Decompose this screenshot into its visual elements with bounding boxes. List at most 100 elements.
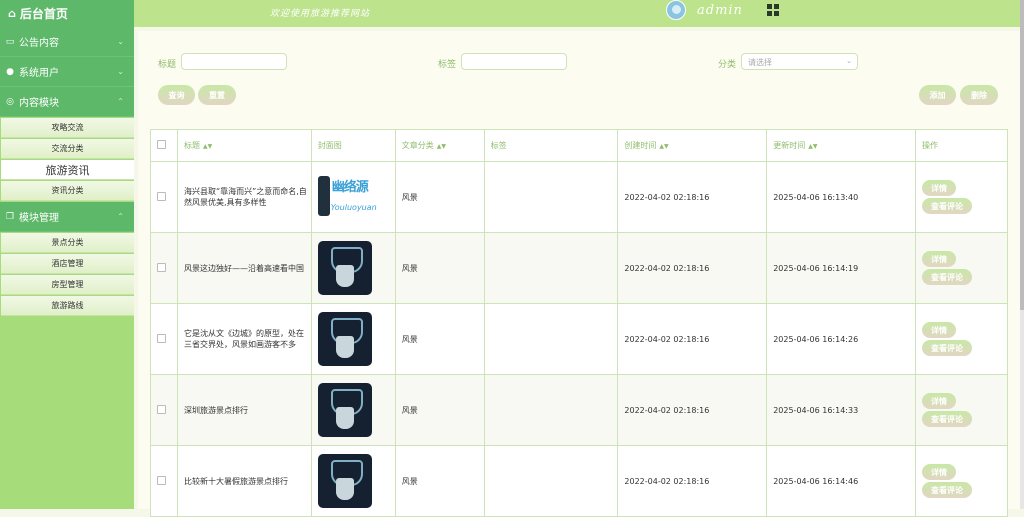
sidebar-item-route[interactable]: 旅游路线: [1, 296, 134, 316]
view-comments-button[interactable]: 查看评论: [922, 411, 973, 427]
sort-icon[interactable]: ▲▼: [437, 143, 446, 150]
table-row: 深圳旅游景点排行 风景 2022-04-02 02:18:16 2025-04-…: [150, 374, 1008, 446]
checkbox[interactable]: [157, 191, 166, 201]
detail-button[interactable]: 详情: [922, 322, 957, 338]
row-title: 海兴县取“靠海而兴”之意而命名,自然风景优美,具有多样性: [176, 161, 312, 233]
view-comments-button[interactable]: 查看评论: [922, 340, 973, 356]
cover-image: [317, 241, 372, 295]
view-comments-button[interactable]: 查看评论: [922, 269, 973, 285]
sidebar-item-news-category[interactable]: 资讯分类: [1, 181, 134, 201]
title-input[interactable]: [181, 53, 287, 70]
avatar[interactable]: [666, 0, 686, 20]
row-select[interactable]: [150, 445, 178, 517]
row-title: 比较新十大暑假旅游景点排行: [176, 445, 312, 517]
row-category: 风景: [394, 445, 485, 517]
row-actions: 详情 查看评论: [915, 161, 1008, 233]
cover-image: 幽络源 Youluoyuan: [317, 170, 377, 224]
checkbox[interactable]: [157, 475, 166, 485]
row-select[interactable]: [150, 161, 178, 233]
tag-input[interactable]: [461, 53, 567, 70]
table-row: 海兴县取“靠海而兴”之意而命名,自然风景优美,具有多样性 幽络源 Youluoy…: [150, 161, 1008, 233]
detail-button[interactable]: 详情: [922, 251, 957, 267]
row-category: 风景: [394, 374, 485, 446]
row-select[interactable]: [150, 232, 178, 304]
checkbox[interactable]: [157, 404, 166, 414]
row-updated: 2025-04-06 16:13:40: [766, 161, 917, 233]
home-icon: ⌂: [8, 7, 16, 20]
row-category: 风景: [394, 232, 485, 304]
checkbox[interactable]: [157, 333, 166, 343]
home-link[interactable]: ⌂ 后台首页: [0, 0, 134, 27]
chat-icon: ◎: [6, 96, 14, 107]
row-title: 它是沈从文《边城》的原型，处在三省交界处，风景如画游客不多: [176, 303, 312, 375]
sidebar-item-hotel[interactable]: 酒店管理: [1, 254, 134, 274]
top-bar: ⌂ 后台首页 欢迎使用旅游推荐网站 admin: [0, 0, 1024, 27]
main-panel: 标题 标签 分类 请选择 ⌄ 查询 重置 添加 删除 标题 ▲▼ 封面图 文章分类…: [138, 31, 1020, 517]
row-cover: [310, 303, 396, 375]
header-created[interactable]: 创建时间 ▲▼: [617, 129, 768, 162]
row-created: 2022-04-02 02:18:16: [617, 374, 768, 446]
chevron-down-icon: ⌄: [117, 37, 124, 46]
cover-image: [317, 454, 372, 508]
row-updated: 2025-04-06 16:14:46: [766, 445, 917, 517]
sort-icon[interactable]: ▲▼: [203, 143, 212, 150]
table-body: 海兴县取“靠海而兴”之意而命名,自然风景优美,具有多样性 幽络源 Youluoy…: [150, 161, 1008, 517]
copy-icon: ❐: [5, 211, 15, 222]
header-actions: 操作: [915, 129, 1008, 162]
row-cover: [310, 445, 396, 517]
scrollbar[interactable]: [1020, 0, 1024, 509]
row-tag: [483, 232, 619, 304]
table-row: 风景这边独好——沿着高速看中国 风景 2022-04-02 02:18:16 2…: [150, 232, 1008, 304]
detail-button[interactable]: 详情: [922, 180, 957, 196]
select-all-cell[interactable]: [150, 129, 178, 162]
chevron-up-icon: ⌃: [117, 97, 124, 106]
sidebar-group-content[interactable]: ◎ 内容模块 ⌃: [0, 87, 134, 117]
row-tag: [483, 374, 619, 446]
checkbox[interactable]: [157, 262, 166, 272]
title-label: 标题: [158, 60, 177, 70]
detail-button[interactable]: 详情: [922, 464, 957, 480]
sidebar-group-users[interactable]: ● 系统用户 ⌄: [0, 57, 134, 87]
row-cover: [310, 374, 396, 446]
scrollbar-thumb[interactable]: [1020, 0, 1024, 310]
username[interactable]: admin: [697, 3, 743, 18]
sidebar-item-scenic-category[interactable]: 景点分类: [1, 233, 134, 253]
header-category[interactable]: 文章分类 ▲▼: [394, 129, 485, 162]
row-select[interactable]: [150, 374, 178, 446]
sort-icon[interactable]: ▲▼: [808, 143, 817, 150]
sidebar-group-label: 公告内容: [19, 38, 59, 49]
sidebar-group-notice[interactable]: ▭ 公告内容 ⌄: [0, 27, 134, 57]
checkbox[interactable]: [157, 140, 166, 149]
add-button[interactable]: 添加: [919, 85, 956, 105]
sidebar-item-travel-news[interactable]: 旅游资讯: [1, 160, 134, 180]
detail-button[interactable]: 详情: [922, 393, 957, 409]
delete-button[interactable]: 删除: [960, 85, 998, 105]
sidebar-item-strategy[interactable]: 攻略交流: [1, 118, 134, 138]
grid-icon[interactable]: [767, 4, 779, 16]
row-tag: [483, 445, 619, 517]
sidebar-group-modules[interactable]: ❐ 模块管理 ⌃: [0, 202, 134, 232]
sort-icon[interactable]: ▲▼: [659, 143, 668, 150]
row-select[interactable]: [150, 303, 178, 375]
row-tag: [483, 161, 619, 233]
row-category: 风景: [394, 161, 485, 233]
sidebar-group-label: 模块管理: [19, 213, 59, 224]
sidebar-item-exchange-category[interactable]: 交流分类: [1, 139, 134, 159]
chevron-down-icon: ⌄: [117, 67, 124, 76]
header-title[interactable]: 标题 ▲▼: [176, 129, 312, 162]
row-category: 风景: [394, 303, 485, 375]
row-tag: [483, 303, 619, 375]
sidebar-item-room[interactable]: 房型管理: [1, 275, 134, 295]
category-label: 分类: [718, 60, 737, 70]
reset-button[interactable]: 重置: [198, 85, 236, 105]
category-select[interactable]: 请选择 ⌄: [741, 53, 858, 70]
table-row: 比较新十大暑假旅游景点排行 风景 2022-04-02 02:18:16 202…: [150, 445, 1008, 517]
row-updated: 2025-04-06 16:14:33: [766, 374, 917, 446]
table-row: 它是沈从文《边城》的原型，处在三省交界处，风景如画游客不多 风景 2022-04…: [150, 303, 1008, 375]
view-comments-button[interactable]: 查看评论: [922, 198, 973, 214]
query-button[interactable]: 查询: [158, 85, 195, 105]
view-comments-button[interactable]: 查看评论: [922, 482, 973, 498]
cover-image: [317, 383, 372, 437]
row-updated: 2025-04-06 16:14:26: [766, 303, 917, 375]
header-updated[interactable]: 更新时间 ▲▼: [766, 129, 917, 162]
